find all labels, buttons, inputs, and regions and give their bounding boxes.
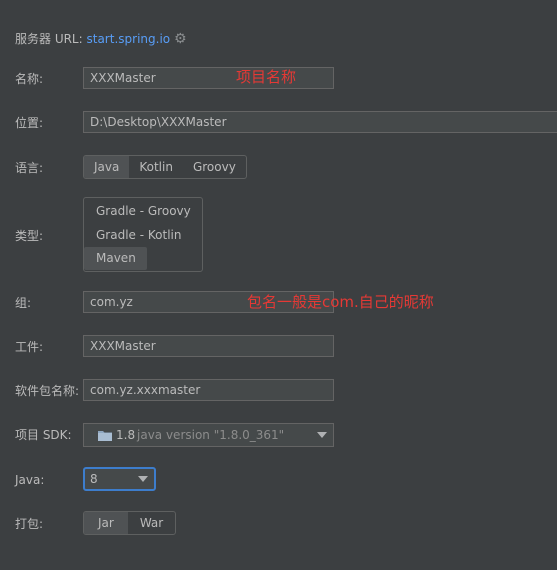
language-label: 语言: (15, 161, 44, 175)
artifact-input[interactable]: XXXMaster (83, 335, 334, 357)
packaging-option-war[interactable]: War (128, 512, 175, 534)
type-option-gradle-kotlin[interactable]: Gradle - Kotlin (84, 224, 193, 247)
group-label: 组: (15, 296, 32, 310)
packaging-selector: Jar War (83, 511, 177, 535)
type-option-gradle-groovy[interactable]: Gradle - Groovy (84, 200, 203, 223)
sdk-combobox[interactable]: 1.8 java version "1.8.0_361" (83, 423, 334, 447)
name-annotation: 项目名称 (236, 68, 297, 86)
location-input[interactable]: D:\Desktop\XXXMaster (83, 111, 557, 133)
language-option-groovy[interactable]: Groovy (183, 156, 246, 178)
packaging-label: 打包: (15, 517, 44, 531)
java-label: Java: (15, 473, 45, 487)
type-list: Gradle - Groovy Gradle - Kotlin Maven (83, 197, 203, 272)
chevron-down-icon (138, 476, 148, 482)
name-input[interactable]: XXXMaster (83, 67, 334, 89)
java-version-combobox[interactable]: 8 (83, 467, 156, 491)
folder-icon (98, 431, 112, 441)
java-version-value: 8 (90, 472, 98, 486)
language-option-kotlin[interactable]: Kotlin (129, 156, 183, 178)
name-label: 名称: (15, 72, 44, 86)
gear-icon[interactable]: ⚙ (174, 31, 187, 47)
location-label: 位置: (15, 116, 44, 130)
package-label: 软件包名称: (15, 384, 80, 398)
server-url-link[interactable]: start.spring.io (87, 32, 171, 46)
package-input[interactable]: com.yz.xxxmaster (83, 379, 334, 401)
server-url-label: 服务器 URL: (15, 32, 83, 46)
group-annotation: 包名一般是com.自己的昵称 (247, 293, 434, 311)
type-option-maven[interactable]: Maven (84, 247, 147, 270)
sdk-label: 项目 SDK: (15, 428, 72, 442)
type-label: 类型: (15, 229, 44, 243)
language-option-java[interactable]: Java (84, 156, 130, 178)
chevron-down-icon (317, 432, 327, 438)
sdk-version: 1.8 (116, 428, 136, 442)
packaging-option-jar[interactable]: Jar (84, 512, 128, 534)
sdk-detail: java version "1.8.0_361" (137, 428, 285, 442)
artifact-label: 工件: (15, 340, 44, 354)
language-selector: Java Kotlin Groovy (83, 155, 247, 179)
server-url-row: 服务器 URL: start.spring.io ⚙ (15, 31, 187, 47)
